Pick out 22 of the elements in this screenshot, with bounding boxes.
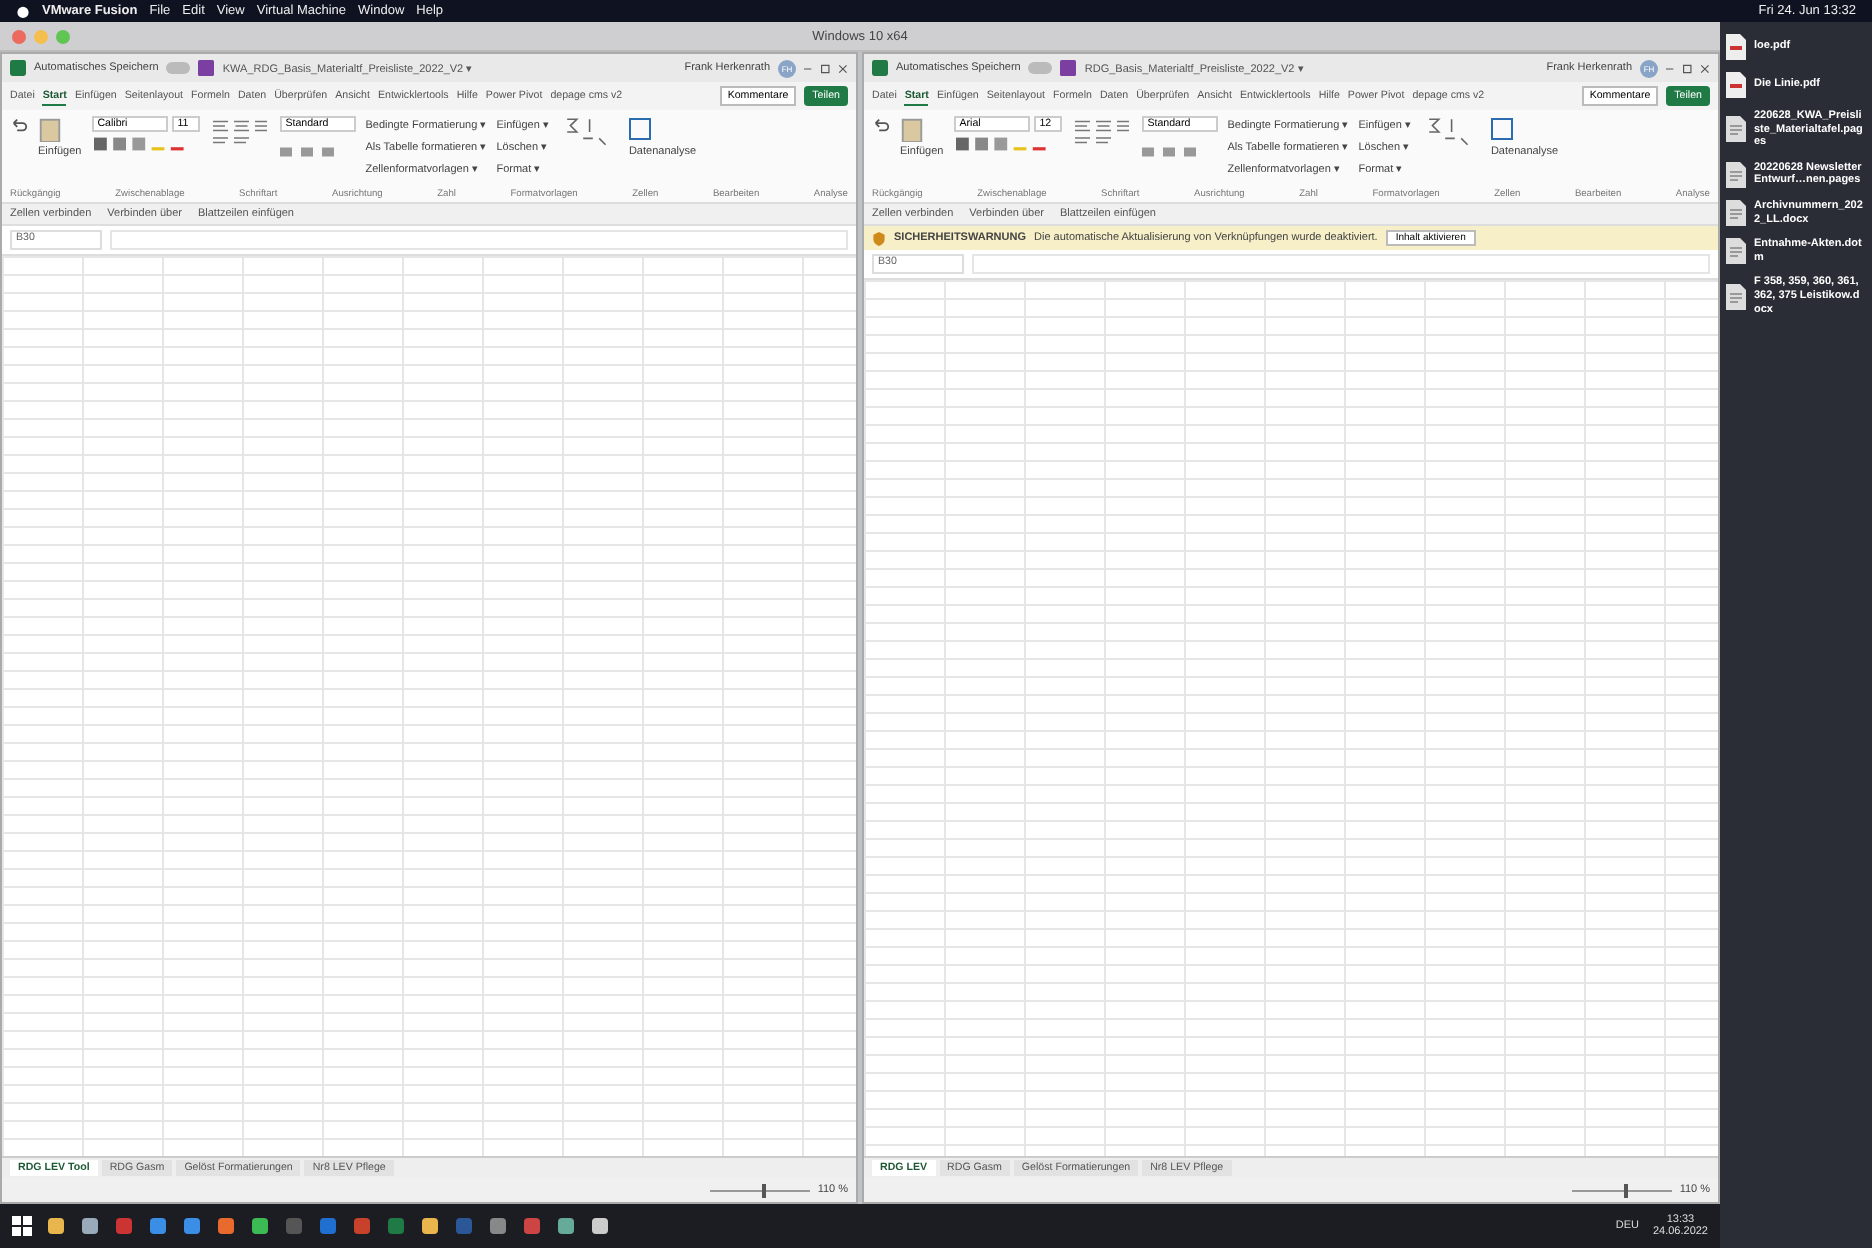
autosave-toggle[interactable] (1028, 62, 1053, 74)
data-analysis-icon[interactable] (628, 116, 653, 142)
spreadsheet-icon (10, 60, 26, 76)
windows-icon[interactable] (12, 1216, 32, 1236)
pdf-file-icon (1726, 72, 1746, 98)
zoom-slider-thumb[interactable] (1624, 1183, 1629, 1197)
undo-icon[interactable] (872, 116, 890, 134)
autosave-toggle[interactable] (166, 62, 191, 74)
data-analysis-icon[interactable] (1490, 116, 1515, 142)
formula-input-field[interactable] (110, 230, 848, 250)
shield-icon (872, 231, 886, 245)
pdf-file-icon (1726, 34, 1746, 60)
clipboard-icon[interactable] (900, 116, 924, 142)
alignment-icons-drawing[interactable] (209, 116, 270, 148)
window-controls-drawing[interactable] (804, 63, 848, 73)
clipboard-icon[interactable] (38, 116, 62, 142)
spreadsheet-icon (872, 60, 888, 76)
formula-input-field[interactable] (972, 254, 1710, 274)
window-controls-drawing[interactable] (1666, 63, 1710, 73)
undo-icon[interactable] (10, 116, 28, 134)
alignment-icons-drawing[interactable] (1071, 116, 1132, 148)
zoom-slider-thumb[interactable] (762, 1183, 767, 1197)
